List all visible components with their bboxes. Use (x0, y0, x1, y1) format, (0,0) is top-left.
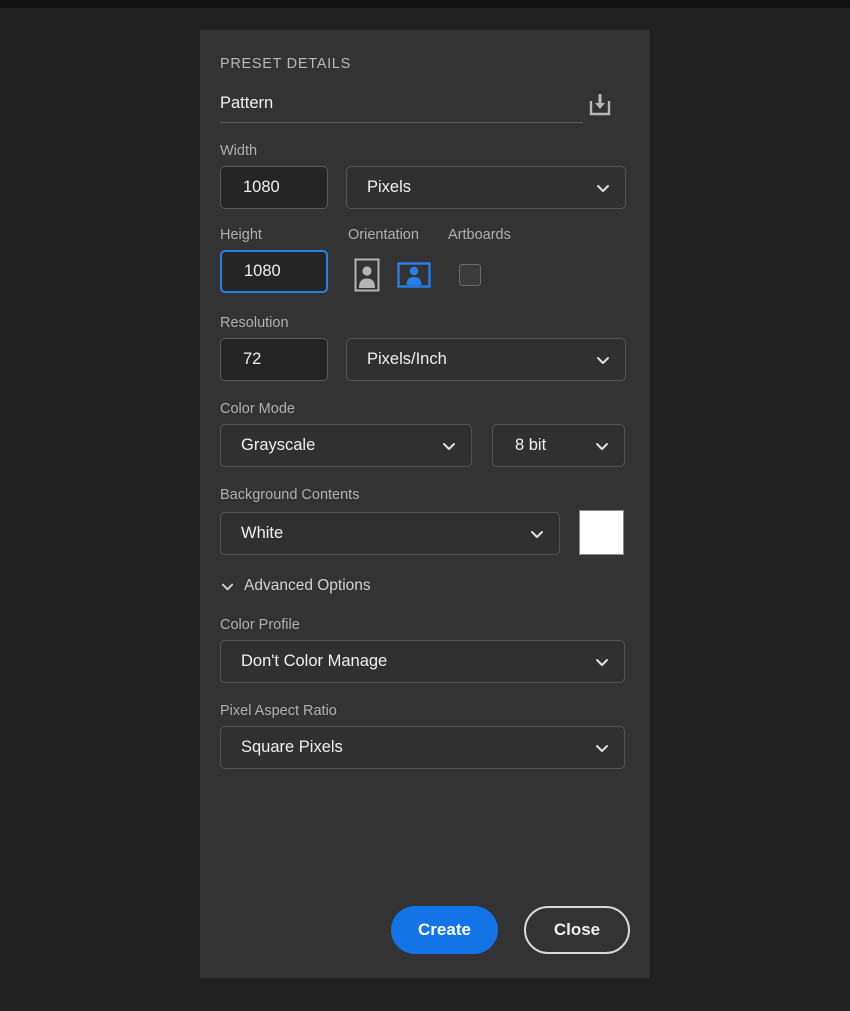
color-profile-select[interactable]: Don't Color Manage (220, 640, 625, 683)
resolution-unit-select[interactable]: Pixels/Inch (346, 338, 626, 381)
height-labels-row: Height Orientation Artboards (220, 227, 630, 250)
close-button[interactable]: Close (524, 906, 630, 954)
resolution-input[interactable]: 72 (220, 338, 328, 381)
pixel-aspect-ratio-value: Square Pixels (241, 738, 343, 756)
pixel-aspect-ratio-group: Pixel Aspect Ratio Square Pixels (220, 703, 630, 769)
advanced-options-toggle[interactable]: Advanced Options (220, 577, 630, 595)
portrait-orientation-icon[interactable] (348, 256, 385, 293)
color-mode-value: Grayscale (241, 436, 316, 454)
width-row: 1080 Pixels (220, 166, 630, 209)
chevron-down-icon (529, 526, 545, 542)
artboards-label: Artboards (448, 227, 511, 243)
artboards-checkbox[interactable] (459, 264, 481, 286)
width-label: Width (220, 143, 258, 159)
height-controls-row: 1080 (220, 250, 630, 293)
height-label: Height (220, 227, 262, 243)
top-edge-strip (0, 0, 850, 8)
preset-name-input[interactable]: Pattern (220, 94, 583, 123)
preset-name-value: Pattern (220, 94, 274, 112)
pixel-aspect-ratio-label: Pixel Aspect Ratio (220, 703, 337, 719)
panel-footer: Create Close (220, 906, 630, 954)
width-group: Width 1080 Pixels (220, 143, 630, 209)
color-depth-select[interactable]: 8 bit (492, 424, 625, 467)
color-profile-value: Don't Color Manage (241, 652, 388, 670)
color-profile-label: Color Profile (220, 617, 300, 633)
chevron-down-icon (594, 438, 610, 454)
chevron-down-icon (220, 579, 235, 594)
color-profile-group: Color Profile Don't Color Manage (220, 617, 630, 683)
background-contents-row: White (220, 510, 630, 555)
resolution-row: 72 Pixels/Inch (220, 338, 630, 381)
background-contents-value: White (241, 524, 284, 542)
resolution-label: Resolution (220, 315, 289, 331)
chevron-down-icon (441, 438, 457, 454)
chevron-down-icon (595, 352, 611, 368)
height-orientation-group: Height Orientation Artboards 1080 (220, 227, 630, 293)
pixel-aspect-ratio-select[interactable]: Square Pixels (220, 726, 625, 769)
preset-name-row: Pattern (220, 94, 630, 123)
resolution-group: Resolution 72 Pixels/Inch (220, 315, 630, 381)
landscape-orientation-icon[interactable] (395, 256, 432, 293)
color-mode-group: Color Mode Grayscale 8 bit (220, 401, 630, 467)
color-mode-label: Color Mode (220, 401, 295, 417)
background-contents-label: Background Contents (220, 487, 360, 503)
chevron-down-icon (595, 180, 611, 196)
advanced-options-label: Advanced Options (244, 577, 371, 594)
background-color-swatch[interactable] (579, 510, 624, 555)
chevron-down-icon (594, 740, 610, 756)
create-button[interactable]: Create (391, 906, 498, 954)
width-unit-select[interactable]: Pixels (346, 166, 626, 209)
color-mode-select[interactable]: Grayscale (220, 424, 472, 467)
background-contents-select[interactable]: White (220, 512, 560, 555)
color-depth-value: 8 bit (515, 436, 547, 454)
background-contents-group: Background Contents White (220, 487, 630, 555)
orientation-label: Orientation (348, 227, 419, 243)
color-mode-row: Grayscale 8 bit (220, 424, 630, 467)
height-input[interactable]: 1080 (220, 250, 328, 293)
panel-section-title: PRESET DETAILS (220, 56, 351, 72)
width-input[interactable]: 1080 (220, 166, 328, 209)
resolution-unit-value: Pixels/Inch (367, 350, 447, 368)
width-unit-value: Pixels (367, 178, 412, 196)
chevron-down-icon (594, 654, 610, 670)
save-preset-download-icon[interactable] (583, 88, 617, 122)
preset-details-panel: PRESET DETAILS Pattern Width 1080 Pixels (200, 30, 650, 978)
